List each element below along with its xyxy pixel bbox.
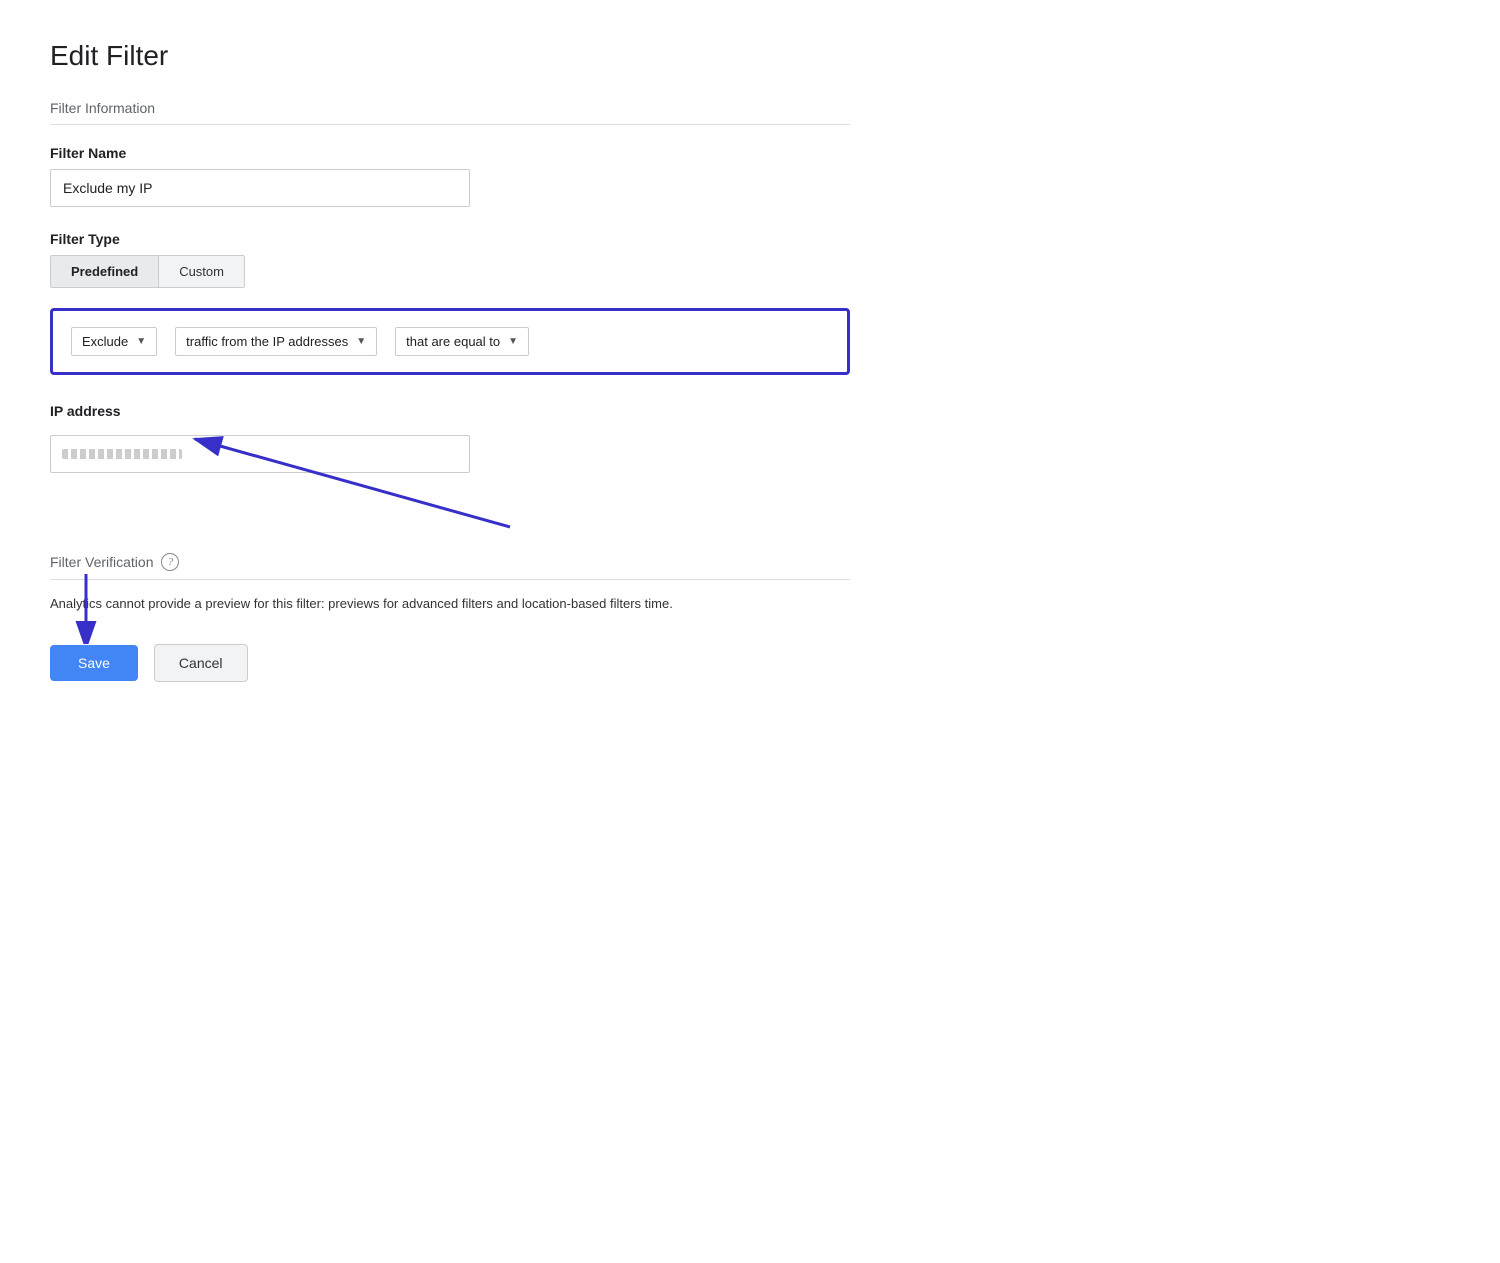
tab-custom[interactable]: Custom — [159, 256, 244, 287]
tab-predefined[interactable]: Predefined — [51, 256, 159, 287]
filter-row: Exclude ▼ traffic from the IP addresses … — [50, 308, 850, 375]
traffic-chevron-icon: ▼ — [356, 336, 366, 347]
ip-address-label: IP address — [50, 403, 850, 419]
filter-type-tabs: Predefined Custom — [50, 255, 245, 288]
ip-input-wrapper — [50, 435, 470, 473]
filter-name-label: Filter Name — [50, 145, 850, 161]
filter-type-label: Filter Type — [50, 231, 850, 247]
save-button[interactable]: Save — [50, 645, 138, 681]
filter-name-input[interactable] — [50, 169, 470, 207]
filter-verification-header: Filter Verification ? — [50, 553, 850, 580]
exclude-label: Exclude — [82, 334, 128, 349]
traffic-label: traffic from the IP addresses — [186, 334, 348, 349]
filter-type-section: Filter Type Predefined Custom — [50, 231, 850, 288]
condition-chevron-icon: ▼ — [508, 336, 518, 347]
condition-label: that are equal to — [406, 334, 500, 349]
filter-information-header: Filter Information — [50, 100, 850, 125]
filter-name-field: Filter Name — [50, 145, 850, 207]
help-icon[interactable]: ? — [161, 553, 179, 571]
buttons-row: Save Cancel — [50, 644, 850, 682]
cancel-button[interactable]: Cancel — [154, 644, 248, 682]
ip-address-section: IP address — [50, 403, 850, 473]
traffic-dropdown[interactable]: traffic from the IP addresses ▼ — [175, 327, 377, 356]
exclude-dropdown[interactable]: Exclude ▼ — [71, 327, 157, 356]
exclude-chevron-icon: ▼ — [136, 336, 146, 347]
verification-description: Analytics cannot provide a preview for t… — [50, 594, 850, 614]
ip-address-input[interactable] — [50, 435, 470, 473]
filter-verification-section: Filter Verification ? Analytics cannot p… — [50, 553, 850, 614]
page-title: Edit Filter — [50, 40, 850, 72]
condition-dropdown[interactable]: that are equal to ▼ — [395, 327, 529, 356]
filter-verification-label: Filter Verification — [50, 554, 153, 570]
